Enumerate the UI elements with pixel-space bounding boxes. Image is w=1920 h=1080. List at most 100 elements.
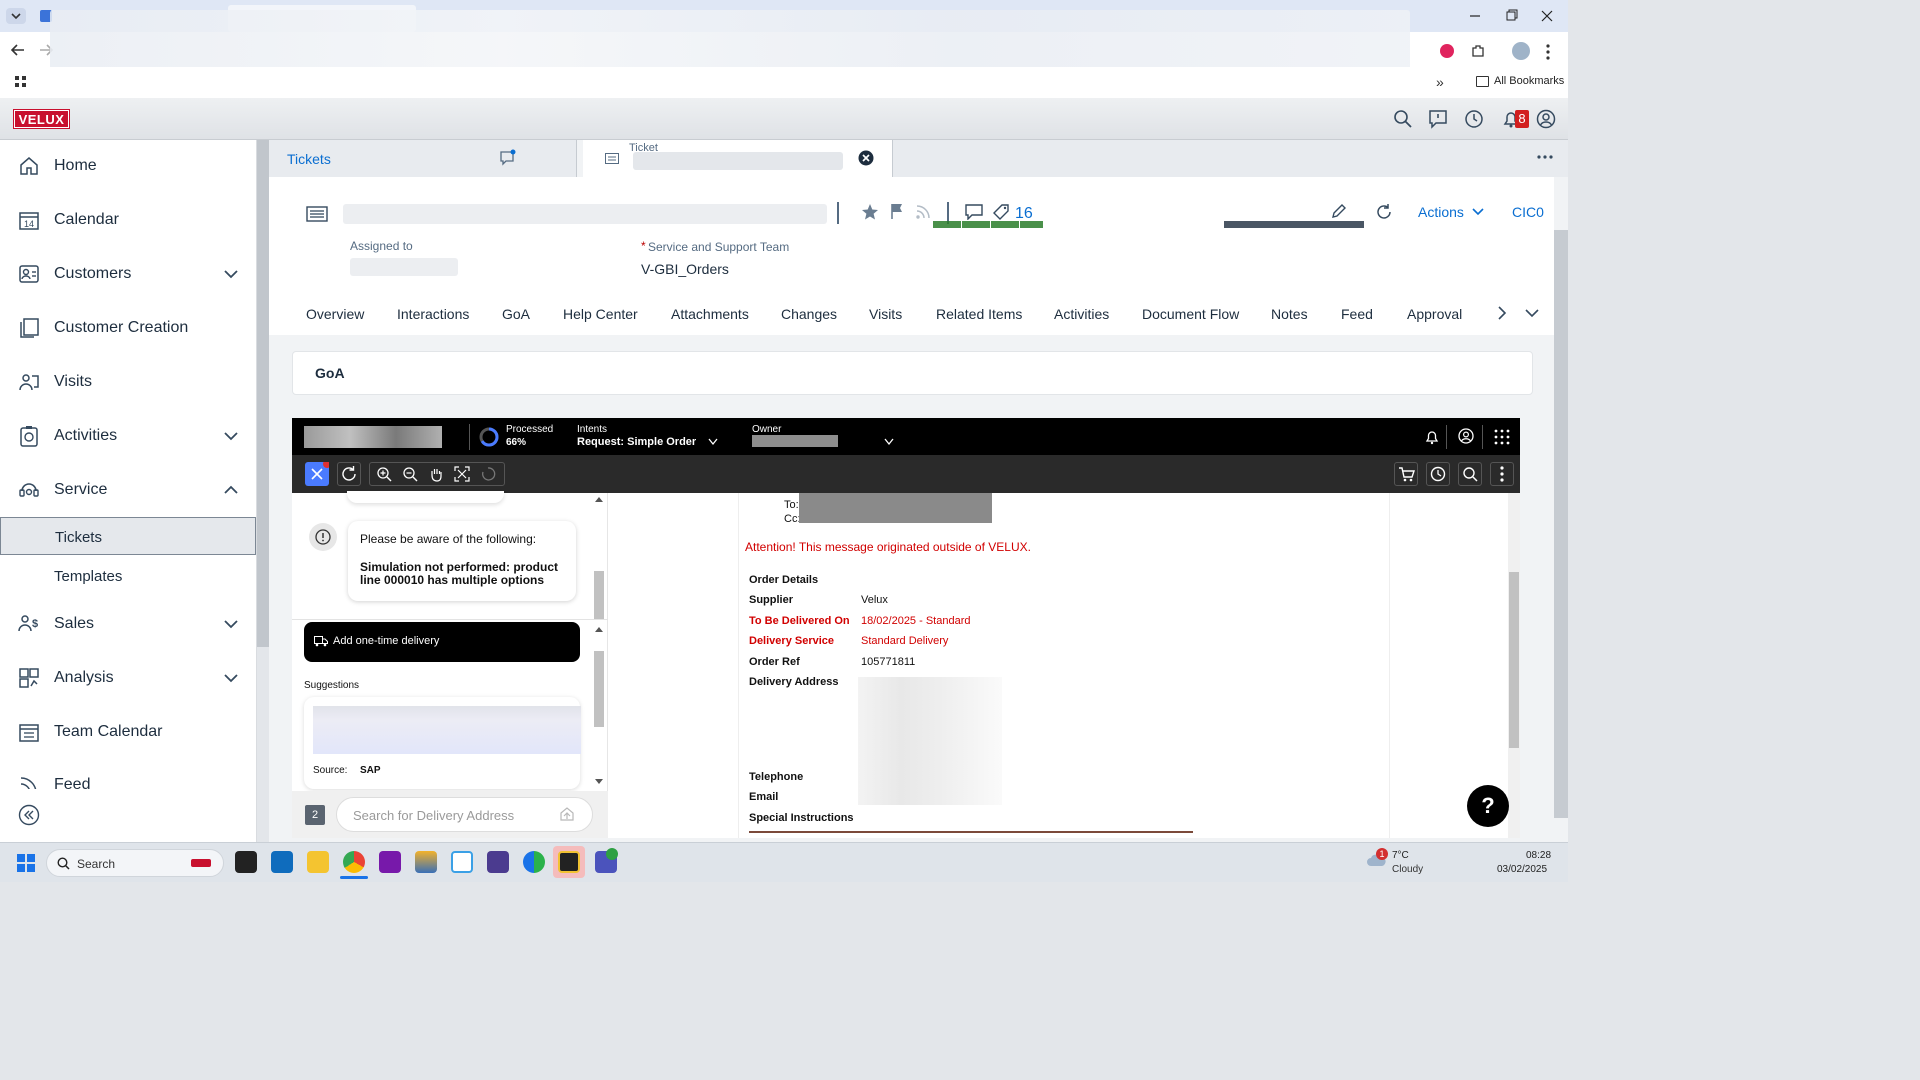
scroll-up-icon[interactable]: [594, 495, 604, 503]
back-icon[interactable]: [10, 42, 26, 58]
bell-icon[interactable]: [1424, 429, 1440, 445]
refresh-icon[interactable]: [1375, 203, 1393, 221]
chevron-down-icon[interactable]: [884, 438, 894, 446]
scroll-up-icon[interactable]: [594, 625, 604, 633]
sidebar-item-sales[interactable]: $ Sales: [0, 599, 256, 649]
user-profile-icon[interactable]: [1536, 109, 1558, 131]
delivery-address-search[interactable]: Search for Delivery Address: [336, 797, 593, 832]
suggestions-scrollbar[interactable]: [594, 651, 604, 727]
team-value[interactable]: V-GBI_Orders: [641, 261, 729, 277]
rotate-icon[interactable]: [480, 466, 496, 482]
sidebar-item-team-calendar[interactable]: Team Calendar: [0, 707, 256, 757]
close-panel-button[interactable]: [305, 462, 329, 486]
sidebar-item-feed[interactable]: Feed: [0, 761, 256, 789]
follow-icon[interactable]: [915, 204, 931, 220]
sidebar-item-calendar[interactable]: 14 Calendar: [0, 195, 256, 245]
sidebar-item-service[interactable]: Service: [0, 465, 256, 515]
chevron-down-icon[interactable]: [223, 670, 239, 686]
user-profile-icon[interactable]: [1458, 428, 1474, 444]
weather-desc[interactable]: Cloudy: [1392, 864, 1423, 875]
refresh-icon[interactable]: [337, 462, 361, 486]
help-button[interactable]: ?: [1467, 785, 1509, 827]
tab-interactions[interactable]: Interactions: [397, 306, 469, 322]
search-icon[interactable]: [1393, 109, 1415, 131]
search-icon[interactable]: [1458, 462, 1482, 486]
tabs-next-icon[interactable]: [1496, 305, 1508, 321]
tab-related-items[interactable]: Related Items: [936, 306, 1022, 322]
taskbar-search[interactable]: Search: [46, 849, 224, 877]
tabs-overflow-chevron-icon[interactable]: [1524, 307, 1540, 319]
flag-icon[interactable]: [889, 202, 905, 220]
suggestion-card[interactable]: Source: SAP: [304, 697, 581, 789]
outlook-icon[interactable]: [271, 851, 293, 873]
scroll-down-icon[interactable]: [594, 778, 604, 786]
history-icon[interactable]: [1464, 109, 1486, 131]
tab-ticket[interactable]: Ticket: [583, 140, 893, 177]
sidebar-scrollbar[interactable]: [257, 140, 269, 647]
collapse-sidebar-icon[interactable]: [18, 804, 40, 826]
send-icon[interactable]: [559, 806, 575, 822]
tab-overflow-icon[interactable]: [1537, 155, 1553, 159]
sidebar-subitem-templates[interactable]: Templates: [0, 557, 256, 595]
sidebar-item-customer-creation[interactable]: Customer Creation: [0, 303, 256, 353]
tab-visits[interactable]: Visits: [869, 306, 902, 322]
tag-icon[interactable]: [993, 204, 1009, 220]
task-view-icon[interactable]: [235, 851, 257, 873]
comment-icon[interactable]: [965, 204, 983, 220]
tab-help-center[interactable]: Help Center: [563, 306, 638, 322]
sidebar-subitem-tickets[interactable]: Tickets: [0, 517, 256, 555]
actions-button[interactable]: Actions: [1418, 204, 1464, 220]
chevron-down-icon[interactable]: [223, 266, 239, 282]
page-scrollbar[interactable]: [1554, 230, 1568, 818]
bookmarks-overflow-icon[interactable]: »: [1436, 74, 1444, 90]
tab-activities[interactable]: Activities: [1054, 306, 1109, 322]
sticky-app-icon[interactable]: [558, 851, 580, 873]
sidebar-item-visits[interactable]: Visits: [0, 357, 256, 407]
puzzle-icon[interactable]: [1470, 43, 1486, 59]
clock-time[interactable]: 08:28: [1526, 850, 1551, 861]
snipping-tool-icon[interactable]: [451, 851, 473, 873]
sidebar-item-activities[interactable]: Activities: [0, 411, 256, 461]
tab-notes[interactable]: Notes: [1271, 306, 1308, 322]
tab-document-flow[interactable]: Document Flow: [1142, 306, 1239, 322]
apps-grid-icon[interactable]: [14, 75, 28, 89]
owner-value-redacted[interactable]: [752, 435, 838, 447]
chrome-icon[interactable]: [343, 851, 365, 873]
tab-feed[interactable]: Feed: [1341, 306, 1373, 322]
tab-changes[interactable]: Changes: [781, 306, 837, 322]
close-window-button[interactable]: [1540, 9, 1554, 23]
app-grid-icon[interactable]: [1494, 429, 1510, 445]
tab-goa[interactable]: GoA: [502, 306, 530, 322]
chevron-down-icon[interactable]: [223, 428, 239, 444]
tab-tickets[interactable]: Tickets: [269, 140, 577, 177]
teams-alt-icon[interactable]: [487, 851, 509, 873]
star-icon[interactable]: [861, 203, 879, 221]
sidebar-item-customers[interactable]: Customers: [0, 249, 256, 299]
windows-start-icon[interactable]: [17, 854, 35, 872]
clock-date[interactable]: 03/02/2025: [1497, 864, 1547, 875]
chevron-down-icon[interactable]: [223, 616, 239, 632]
extension-icon[interactable]: [1440, 44, 1454, 58]
minimize-button[interactable]: [1468, 8, 1482, 22]
more-icon[interactable]: [1490, 462, 1514, 486]
messages-scrollbar[interactable]: [594, 571, 604, 619]
notes-icon[interactable]: [499, 149, 517, 167]
intents-value[interactable]: Request: Simple Order: [577, 436, 696, 448]
restore-button[interactable]: [1504, 9, 1518, 23]
sidebar-item-home[interactable]: Home: [0, 141, 256, 191]
weather-temp[interactable]: 7°C: [1392, 850, 1409, 861]
tab-overview[interactable]: Overview: [306, 306, 364, 322]
sap-logon-icon[interactable]: [415, 851, 437, 873]
profile-avatar[interactable]: [1512, 42, 1530, 60]
history-icon[interactable]: [1426, 462, 1450, 486]
browser-menu-icon[interactable]: [1546, 44, 1550, 60]
edit-icon[interactable]: [1331, 203, 1347, 219]
velux-logo[interactable]: VELUX: [13, 109, 70, 129]
tab-attachments[interactable]: Attachments: [671, 306, 749, 322]
tab-approval[interactable]: Approval: [1407, 306, 1462, 322]
chevron-down-icon[interactable]: [1472, 207, 1484, 217]
chevron-up-icon[interactable]: [223, 482, 239, 498]
email-scrollbar[interactable]: [1509, 572, 1519, 748]
assigned-to-value-redacted[interactable]: [350, 258, 458, 276]
all-bookmarks-link[interactable]: All Bookmarks: [1494, 75, 1564, 87]
